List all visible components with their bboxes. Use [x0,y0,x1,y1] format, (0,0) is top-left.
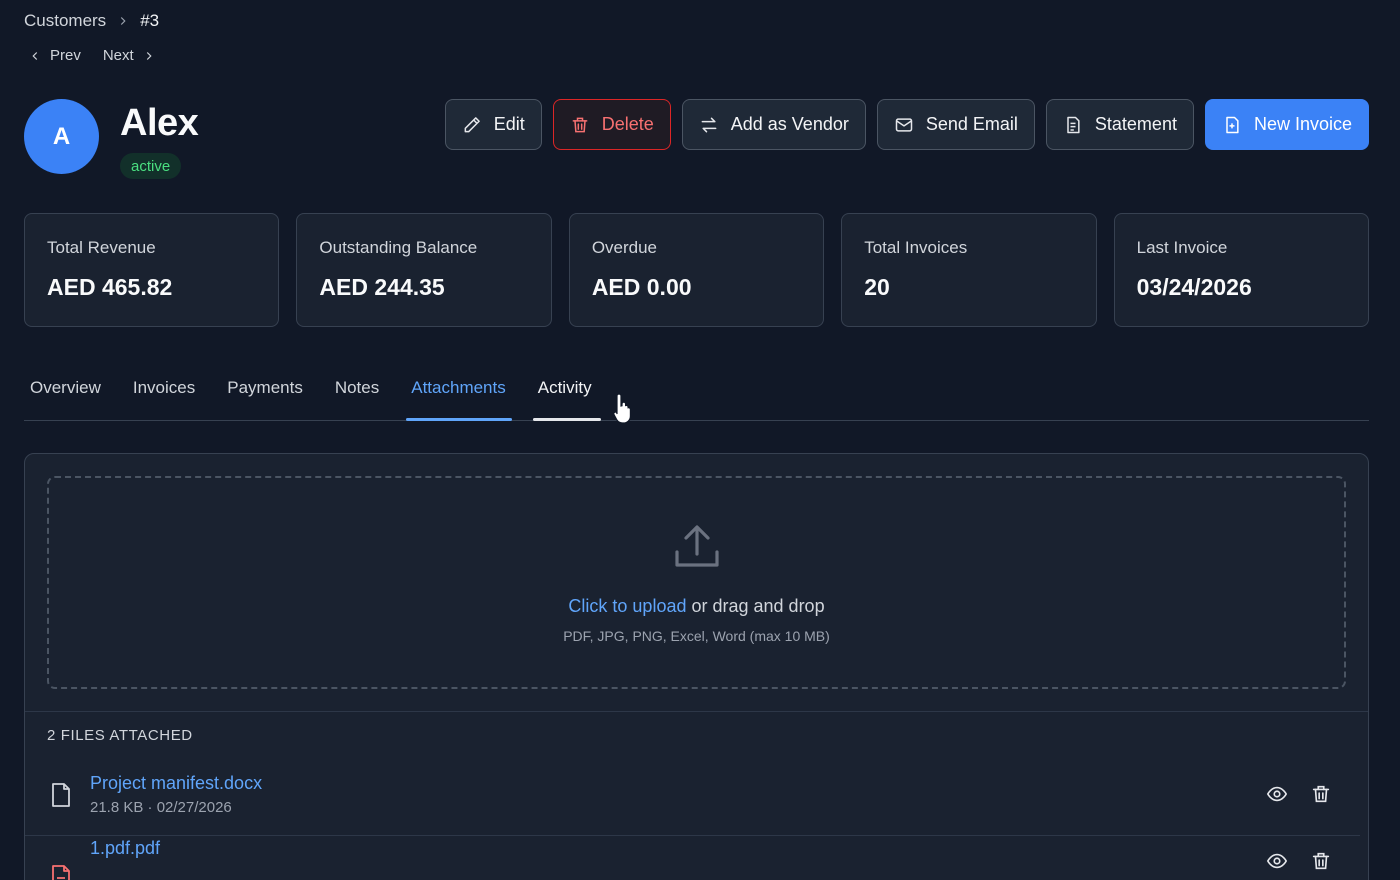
stat-card-total-invoices: Total Invoices 20 [841,213,1097,327]
statement-label: Statement [1094,114,1177,134]
send-email-label: Send Email [925,114,1018,134]
statement-button[interactable]: Statement [1045,99,1194,150]
file-meta: Project manifest.docx 21.8 KB · 02/27/20… [90,773,1266,816]
stat-value: AED 244.35 [319,274,445,300]
stat-card-outstanding-balance: Outstanding Balance AED 244.35 [296,213,552,327]
file-actions [1266,850,1334,874]
click-to-upload-link[interactable]: Click to upload [568,596,686,616]
eye-icon[interactable] [1266,783,1290,807]
trash-icon[interactable] [1310,783,1334,807]
edit-label: Edit [493,114,525,134]
stat-card-total-revenue: Total Revenue AED 465.82 [24,213,280,327]
file-details: 21.8 KB · 02/27/2026 [90,799,232,816]
add-as-vendor-button[interactable]: Add as Vendor [681,99,866,150]
chevron-right-icon [142,49,156,63]
new-invoice-button[interactable]: New Invoice [1204,99,1369,150]
edit-button[interactable]: Edit [444,99,542,150]
file-meta: 1.pdf.pdf [90,838,1266,864]
stat-value: AED 0.00 [591,274,692,300]
customer-name: Alex [120,102,199,144]
files-count-heading: 2 FILES ATTACHED [25,711,1368,759]
upload-instructions: Click to upload or drag and drop [568,596,824,617]
file-row: Project manifest.docx 21.8 KB · 02/27/20… [25,754,1360,836]
file-plus-icon [1222,115,1242,135]
breadcrumb: Customers #3 [24,11,159,31]
stat-label: Total Revenue [47,238,156,257]
stat-card-last-invoice: Last Invoice 03/24/2026 [1113,213,1370,327]
stat-label: Total Invoices [864,238,968,257]
file-actions [1266,783,1334,807]
record-pager: Prev Next [28,47,156,64]
document-icon [47,781,75,809]
tab-notes[interactable]: Notes [319,366,395,420]
status-badge: active [120,153,182,179]
stat-label: Last Invoice [1136,238,1228,257]
stat-cards: Total Revenue AED 465.82 Outstanding Bal… [24,213,1370,327]
attachments-panel: Click to upload or drag and drop PDF, JP… [24,453,1369,880]
file-name-link[interactable]: Project manifest.docx [90,773,1266,794]
stat-card-overdue: Overdue AED 0.00 [568,213,825,327]
new-invoice-label: New Invoice [1253,114,1352,134]
tab-invoices[interactable]: Invoices [117,366,211,420]
breadcrumb-current: #3 [140,11,160,30]
tab-attachments[interactable]: Attachments [406,366,512,421]
chevron-right-icon [116,14,130,28]
tab-bar: Overview Invoices Payments Notes Attachm… [24,366,1369,421]
stat-label: Overdue [591,238,658,257]
tab-activity[interactable]: Activity [532,366,601,421]
add-as-vendor-label: Add as Vendor [730,114,849,134]
pencil-icon [462,115,482,135]
prev-label: Prev [50,47,81,64]
stat-label: Outstanding Balance [319,238,478,257]
avatar: A [24,99,99,174]
trash-icon[interactable] [1310,850,1334,874]
action-bar: Edit Delete Add as Vendor Send Email Sta… [444,99,1369,150]
stat-value: 20 [864,274,890,300]
send-email-button[interactable]: Send Email [876,99,1035,150]
file-name-link[interactable]: 1.pdf.pdf [90,838,1266,859]
pdf-file-icon [47,863,75,880]
next-label: Next [102,47,134,64]
stat-value: 03/24/2026 [1136,274,1252,300]
eye-icon[interactable] [1266,850,1290,874]
document-lines-icon [1063,115,1083,135]
next-button[interactable]: Next [103,47,156,64]
trash-icon [570,115,590,135]
upload-icon [674,525,719,567]
delete-label: Delete [601,114,654,134]
upload-dropzone[interactable]: Click to upload or drag and drop PDF, JP… [47,476,1346,689]
file-row: 1.pdf.pdf [25,836,1360,880]
customer-detail-page: Customers #3 Prev Next A Alex active Edi… [0,0,1400,880]
tab-payments[interactable]: Payments [211,366,319,420]
upload-hint: PDF, JPG, PNG, Excel, Word (max 10 MB) [563,628,830,644]
tab-overview[interactable]: Overview [24,366,117,420]
swap-arrows-icon [699,115,719,135]
prev-button[interactable]: Prev [28,47,81,64]
breadcrumb-customers-link[interactable]: Customers [24,11,106,31]
chevron-left-icon [28,49,42,63]
drag-drop-text: or drag and drop [686,596,825,616]
stat-value: AED 465.82 [47,274,173,300]
delete-button[interactable]: Delete [552,99,671,150]
hand-pointer-cursor-icon [613,393,631,424]
envelope-icon [894,115,914,135]
